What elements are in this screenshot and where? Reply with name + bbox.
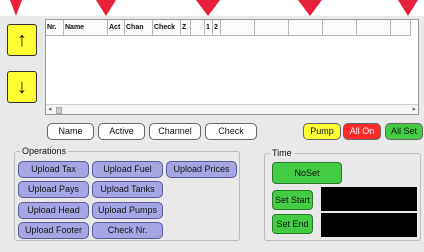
- red-stripe-5: [398, 0, 418, 16]
- pump-grid[interactable]: Nr. Name Act Chan Check Z 1 2 ◂ ▸: [45, 19, 419, 115]
- operations-title: Operations: [20, 145, 69, 157]
- no-set-button[interactable]: NoSet: [272, 162, 342, 184]
- upload-pumps-button[interactable]: Upload Pumps: [92, 202, 163, 219]
- upload-prices-button[interactable]: Upload Prices: [166, 161, 237, 178]
- check-button[interactable]: Check: [205, 123, 257, 140]
- move-down-button[interactable]: ↓: [7, 71, 37, 103]
- set-end-button[interactable]: Set End: [272, 214, 313, 234]
- time-group: Time NoSet Set Start Set End: [264, 147, 421, 241]
- col-header-blank-4[interactable]: [289, 20, 323, 36]
- start-time-display: [321, 187, 417, 211]
- arrow-up-icon: ↑: [17, 29, 27, 51]
- upload-fuel-button[interactable]: Upload Fuel: [92, 161, 163, 178]
- col-header-1[interactable]: 1: [205, 20, 213, 36]
- scroll-thumb[interactable]: [56, 107, 62, 114]
- end-time-display: [321, 213, 417, 237]
- move-up-button[interactable]: ↑: [7, 24, 37, 56]
- upload-tanks-button[interactable]: Upload Tanks: [92, 181, 163, 198]
- col-header-chan[interactable]: Chan: [125, 20, 153, 36]
- col-header-act[interactable]: Act: [108, 20, 125, 36]
- col-header-check[interactable]: Check: [153, 20, 181, 36]
- grid-horizontal-scrollbar[interactable]: ◂ ▸: [46, 104, 418, 114]
- red-stripe-1: [10, 0, 22, 16]
- operations-group: Operations Upload Tax Upload Fuel Upload…: [14, 145, 240, 241]
- upload-head-button[interactable]: Upload Head: [18, 202, 89, 219]
- col-header-name[interactable]: Name: [64, 20, 108, 36]
- col-header-z[interactable]: Z: [181, 20, 191, 36]
- red-stripe-4: [298, 0, 322, 16]
- set-start-button[interactable]: Set Start: [272, 190, 313, 210]
- grid-header: Nr. Name Act Chan Check Z 1 2: [46, 20, 411, 36]
- all-set-button[interactable]: All Set: [385, 123, 423, 140]
- time-title: Time: [270, 147, 294, 159]
- upload-pays-button[interactable]: Upload Pays: [18, 181, 89, 198]
- channel-button[interactable]: Channel: [149, 123, 201, 140]
- col-header-nr[interactable]: Nr.: [46, 20, 64, 36]
- col-header-blank-1[interactable]: [191, 20, 205, 36]
- col-header-blank-6[interactable]: [357, 20, 391, 36]
- pump-button[interactable]: Pump: [303, 123, 341, 140]
- col-header-2[interactable]: 2: [213, 20, 221, 36]
- arrow-down-icon: ↓: [17, 76, 27, 98]
- col-header-blank-7[interactable]: [391, 20, 411, 36]
- col-header-blank-3[interactable]: [255, 20, 289, 36]
- name-button[interactable]: Name: [47, 123, 94, 140]
- check-nr-button[interactable]: Check Nr.: [92, 222, 163, 239]
- all-on-button[interactable]: All On: [343, 123, 381, 140]
- red-stripe-2: [96, 0, 116, 16]
- col-header-blank-2[interactable]: [221, 20, 255, 36]
- active-button[interactable]: Active: [98, 123, 145, 140]
- scroll-left-icon[interactable]: ◂: [48, 105, 52, 114]
- scroll-right-icon[interactable]: ▸: [412, 105, 416, 114]
- upload-tax-button[interactable]: Upload Tax: [18, 161, 89, 178]
- red-stripe-3: [196, 0, 220, 16]
- top-stripe: [0, 0, 424, 16]
- upload-footer-button[interactable]: Upload Footer: [18, 222, 89, 239]
- col-header-blank-5[interactable]: [323, 20, 357, 36]
